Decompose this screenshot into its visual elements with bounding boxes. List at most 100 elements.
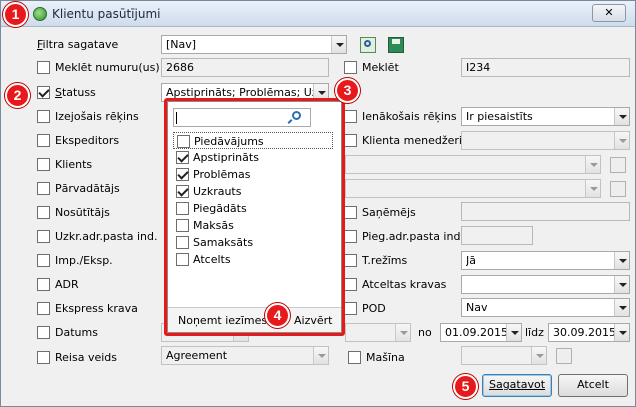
date-period-combo[interactable] (345, 323, 411, 342)
status-options-list: Piedāvājums Apstiprināts Problēmas Uzkrauts… (173, 130, 338, 304)
status-option[interactable]: Problēmas (173, 166, 333, 183)
status-option-checkbox[interactable] (176, 236, 189, 249)
status-search-input[interactable] (173, 108, 311, 127)
chevron-down-icon[interactable] (614, 299, 629, 316)
vehicle-lookup-icon[interactable] (556, 348, 572, 364)
imp-exp-checkbox[interactable] (37, 254, 50, 267)
delivery-postcode-checkbox[interactable] (344, 230, 357, 243)
receiver-checkbox[interactable] (344, 206, 357, 219)
pod-checkbox[interactable] (344, 302, 357, 315)
date-from-value: 01.09.2015 (445, 326, 508, 339)
chevron-down-icon[interactable] (313, 347, 328, 364)
pod-combo[interactable]: Nav (461, 298, 630, 317)
carrier-checkbox[interactable] (37, 182, 50, 195)
chevron-down-icon[interactable] (614, 276, 629, 293)
status-option-checkbox[interactable] (176, 168, 189, 181)
status-option[interactable]: Maksās (173, 217, 333, 234)
date-from-label: no (418, 326, 432, 339)
chevron-down-icon[interactable] (614, 324, 629, 341)
status-option-checkbox[interactable] (176, 202, 189, 215)
dialog-window: Klientu pasūtījumi ✕ Filtra sagatave [Na… (0, 0, 636, 407)
delivery-postcode-field[interactable] (461, 226, 533, 245)
cancelled-cargo-checkbox[interactable] (344, 278, 357, 291)
client-lookup-icon[interactable] (610, 157, 626, 173)
incoming-invoice-checkbox[interactable] (344, 110, 357, 123)
express-cargo-label: Ekspress krava (55, 302, 138, 315)
adr-checkbox[interactable] (37, 278, 50, 291)
vehicle-checkbox[interactable] (348, 351, 361, 364)
status-option[interactable]: Atcelts (173, 251, 333, 268)
status-option-checkbox[interactable] (176, 185, 189, 198)
client-manager-combo[interactable] (461, 131, 630, 150)
t-regime-combo[interactable]: Jā (461, 251, 630, 270)
date-from-field[interactable]: 01.09.2015 (440, 323, 522, 342)
sender-label: Nosūtītājs (55, 206, 110, 219)
vehicle-label: Mašīna (366, 351, 405, 364)
clear-selection-button[interactable]: Noņemt iezīmes (178, 314, 267, 327)
carrier-combo[interactable] (345, 179, 601, 198)
badge-5: 5 (453, 374, 478, 399)
search-checkbox[interactable] (344, 61, 357, 74)
status-option[interactable]: Uzkrauts (173, 183, 333, 200)
forwarder-checkbox[interactable] (37, 134, 50, 147)
cancel-button[interactable]: Atcelt (558, 374, 628, 397)
client-combo[interactable] (345, 155, 601, 174)
close-button[interactable]: ✕ (592, 4, 626, 22)
close-dropdown-button[interactable]: Aizvērt (294, 314, 332, 327)
status-option-checkbox[interactable] (176, 253, 189, 266)
status-option[interactable]: Samaksāts (173, 234, 333, 251)
express-cargo-checkbox[interactable] (37, 302, 50, 315)
date-to-field[interactable]: 30.09.2015 (548, 323, 630, 342)
status-label: Statuss (55, 86, 96, 99)
carrier-lookup-icon[interactable] (610, 181, 626, 197)
t-regime-label: T.režīms (362, 254, 408, 267)
search-number-checkbox[interactable] (37, 61, 50, 74)
filter-template-combo[interactable]: [Nav] (161, 35, 347, 54)
incoming-invoice-combo[interactable]: Ir piesaistīts (461, 107, 630, 126)
carrier-label: Pārvadātājs (55, 182, 120, 195)
trip-type-combo[interactable]: Agreement (161, 346, 329, 365)
status-option-label: Maksās (193, 219, 234, 232)
date-to-value: 30.09.2015 (553, 326, 616, 339)
chevron-down-icon[interactable] (506, 324, 521, 341)
trip-type-checkbox[interactable] (37, 351, 50, 364)
sender-checkbox[interactable] (37, 206, 50, 219)
search-icon[interactable] (292, 111, 301, 120)
outgoing-invoice-label: Izejošais rēķins (55, 110, 139, 123)
search-preview-icon[interactable] (360, 37, 376, 53)
prepare-button[interactable]: Sagatavot (482, 374, 552, 397)
filter-template-value: [Nav] (166, 38, 197, 51)
save-icon[interactable] (388, 37, 404, 53)
search-number-field[interactable]: 2686 (161, 58, 329, 77)
date-checkbox[interactable] (37, 326, 50, 339)
client-manager-label: Klienta menedžeris (362, 134, 468, 147)
chevron-down-icon[interactable] (614, 108, 629, 125)
search-label: Meklēt (362, 61, 399, 74)
status-option-checkbox[interactable] (176, 151, 189, 164)
t-regime-checkbox[interactable] (344, 254, 357, 267)
cancelled-cargo-combo[interactable] (461, 275, 630, 294)
client-checkbox[interactable] (37, 158, 50, 171)
status-option[interactable]: Piegādāts (173, 200, 333, 217)
chevron-down-icon[interactable] (614, 252, 629, 269)
status-option-label: Atcelts (193, 253, 231, 266)
outgoing-invoice-checkbox[interactable] (37, 110, 50, 123)
imp-exp-label: Imp./Eksp. (55, 254, 113, 267)
pod-label: POD (362, 302, 386, 315)
client-manager-checkbox[interactable] (344, 134, 357, 147)
pod-value: Nav (466, 301, 488, 314)
status-option[interactable]: Apstiprināts (173, 149, 333, 166)
status-option-label: Problēmas (193, 168, 251, 181)
vehicle-combo[interactable] (461, 346, 547, 365)
receiver-field[interactable] (461, 202, 630, 221)
filter-template-label: Filtra sagatave (37, 38, 119, 51)
status-option-checkbox[interactable] (177, 135, 190, 148)
search-field[interactable]: I234 (461, 58, 630, 77)
status-option[interactable]: Piedāvājums (173, 132, 333, 149)
status-option-label: Uzkrauts (193, 185, 242, 198)
status-option-checkbox[interactable] (176, 219, 189, 232)
status-checkbox[interactable] (37, 86, 50, 99)
pickup-postcode-checkbox[interactable] (37, 230, 50, 243)
chevron-down-icon[interactable] (331, 36, 346, 53)
badge-4: 4 (265, 303, 290, 328)
